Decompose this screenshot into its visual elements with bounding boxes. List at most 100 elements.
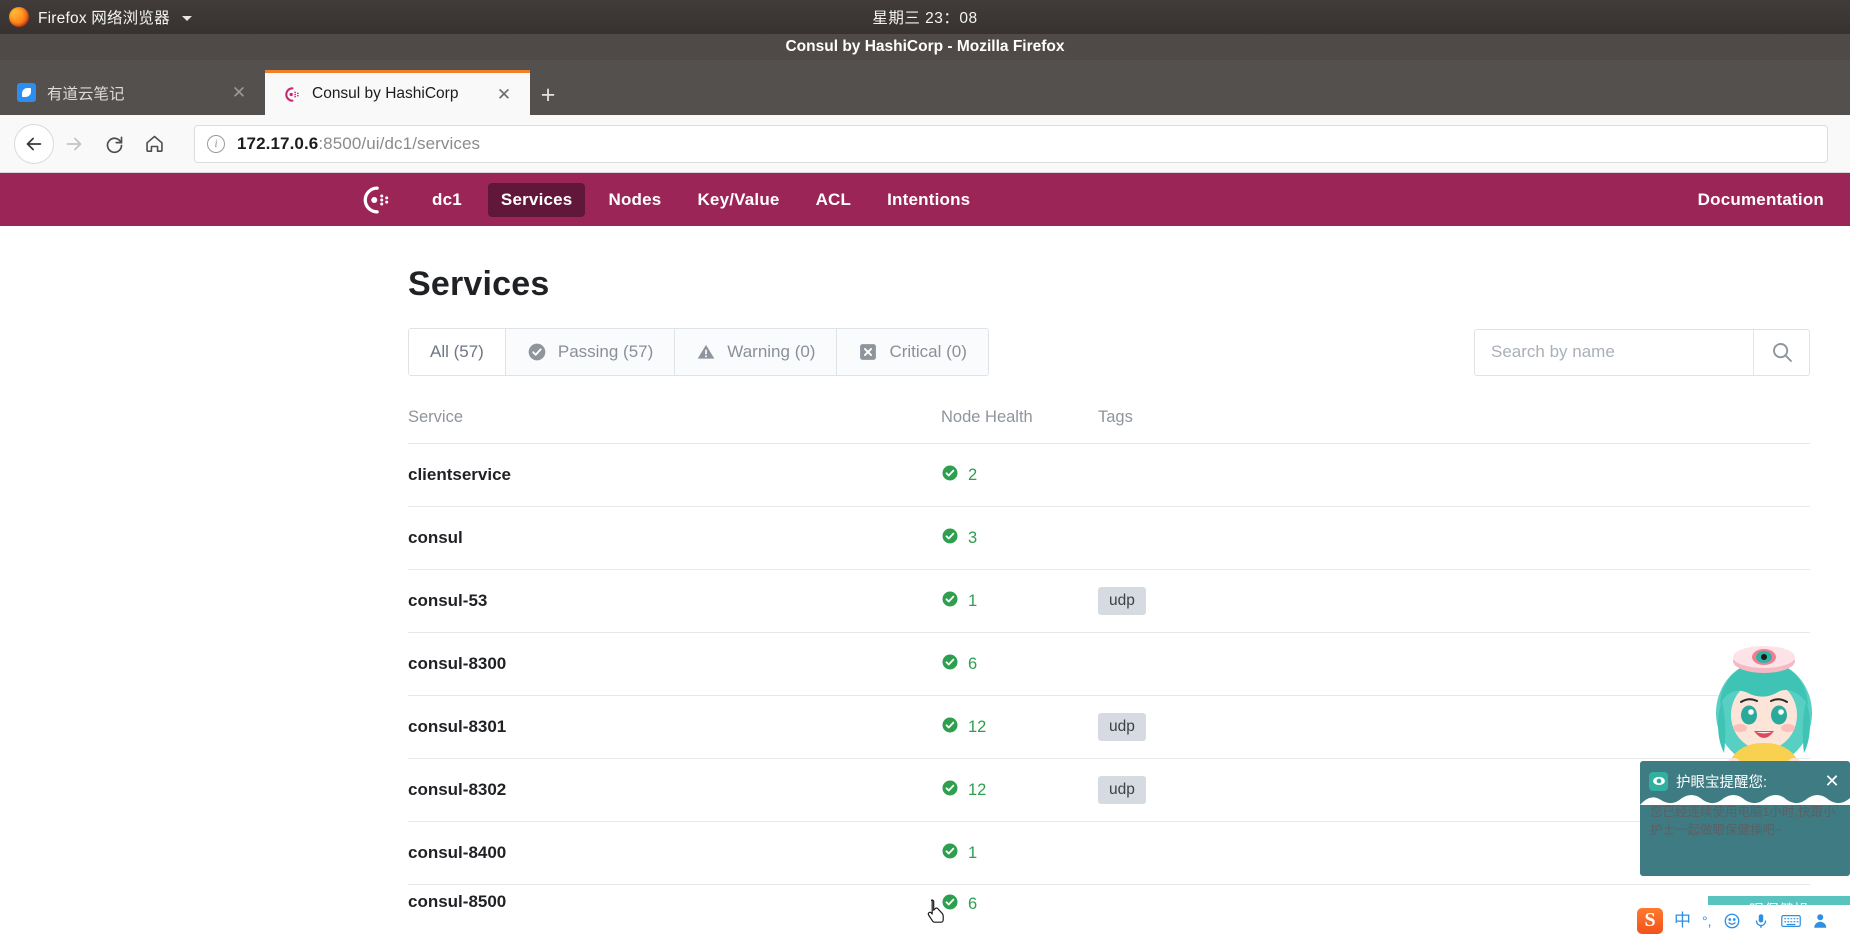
new-tab-button[interactable]: + <box>530 75 566 115</box>
url-host: 172.17.0.6 <box>237 133 319 153</box>
url-bar[interactable]: i 172.17.0.6:8500/ui/dc1/services <box>194 124 1828 163</box>
ime-user-icon[interactable] <box>1812 912 1830 930</box>
table-row[interactable]: consul-8400 1 <box>408 821 1810 884</box>
column-header-service: Service <box>408 408 464 426</box>
popup-header: 护眼宝提醒您: ✕ <box>1640 761 1850 793</box>
search-icon[interactable] <box>1753 329 1809 375</box>
node-health-cell: 6 <box>941 653 1098 676</box>
table-row[interactable]: consul-8301 12 udp <box>408 695 1810 758</box>
filter-tab-critical[interactable]: Critical (0) <box>837 329 988 375</box>
service-link[interactable]: consul-8300 <box>408 654 506 673</box>
service-link[interactable]: consul <box>408 528 463 547</box>
node-health-count: 6 <box>968 895 978 913</box>
ime-punctuation-icon[interactable]: °, <box>1702 914 1712 928</box>
ime-chinese-mode-icon[interactable]: 中 <box>1674 912 1691 929</box>
window-title: Consul by HashiCorp - Mozilla Firefox <box>0 34 1850 60</box>
filter-tab-warning[interactable]: Warning (0) <box>675 329 838 375</box>
service-link[interactable]: clientservice <box>408 465 511 484</box>
close-icon[interactable]: ✕ <box>1823 772 1841 790</box>
check-circle-icon <box>941 590 959 613</box>
node-health-cell: 1 <box>941 842 1098 865</box>
nav-item-intentions[interactable]: Intentions <box>874 183 983 217</box>
node-health-cell: 3 <box>941 527 1098 550</box>
back-arrow-icon[interactable] <box>14 123 54 164</box>
nav-item-services[interactable]: Services <box>487 182 586 217</box>
node-health-count: 12 <box>968 717 987 736</box>
home-icon[interactable] <box>134 124 174 164</box>
table-row[interactable]: clientservice 2 <box>408 443 1810 506</box>
tab-label: 有道云笔记 <box>47 85 125 103</box>
tags-cell: udp <box>1098 587 1810 615</box>
filter-tab-label: Critical (0) <box>889 342 967 361</box>
service-name-cell: consul-53 <box>408 591 941 611</box>
check-circle-icon <box>941 653 959 676</box>
warning-triangle-icon <box>696 342 716 362</box>
check-circle-icon <box>941 716 959 739</box>
os-app-menu-label: Firefox 网络浏览器 <box>38 10 170 27</box>
nav-item-nodes[interactable]: Nodes <box>595 183 674 217</box>
os-top-panel: Firefox 网络浏览器 星期三 23：08 <box>0 0 1850 34</box>
close-icon[interactable]: ✕ <box>494 84 514 104</box>
service-link[interactable]: consul-53 <box>408 591 487 610</box>
firefox-logo-icon <box>9 7 29 27</box>
node-health-count: 3 <box>968 528 978 547</box>
table-row[interactable]: consul-8302 12 udp <box>408 758 1810 821</box>
filter-tab-passing[interactable]: Passing (57) <box>505 329 676 375</box>
table-row[interactable]: consul-53 1 udp <box>408 569 1810 632</box>
popup-message: 您已经连续使用电脑1小时,快跟小护士一起做眼保健操吧~ <box>1650 805 1836 838</box>
health-filter-tabs: All (57) Passing (57) Warning (0) Critic… <box>408 328 989 376</box>
tab-label: Consul by HashiCorp <box>312 85 459 102</box>
close-icon[interactable]: ✕ <box>229 83 249 103</box>
os-clock[interactable]: 星期三 23：08 <box>872 6 977 28</box>
search-input[interactable] <box>1475 329 1753 375</box>
eye-care-popup: 护眼宝提醒您: ✕ 您已经连续使用电脑1小时,快跟小护士一起做眼保健操吧~ <box>1640 761 1850 876</box>
os-app-menu[interactable]: Firefox 网络浏览器 <box>0 6 192 28</box>
consul-logo-icon <box>282 85 301 104</box>
table-header-row: Service Node Health Tags <box>408 408 1810 443</box>
browser-tab-consul[interactable]: Consul by HashiCorp ✕ <box>265 70 530 115</box>
service-link[interactable]: consul-8500 <box>408 892 506 911</box>
services-table: Service Node Health Tags clientservice 2 c… <box>408 408 1810 922</box>
eye-care-icon <box>1649 771 1668 791</box>
forward-arrow-icon <box>54 124 94 164</box>
reload-icon[interactable] <box>94 124 134 164</box>
filter-tab-label: All (57) <box>430 342 484 361</box>
datacenter-selector[interactable]: dc1 <box>419 183 475 217</box>
service-name-cell: consul-8500 <box>408 885 941 910</box>
check-circle-icon <box>941 779 959 802</box>
check-circle-icon <box>941 464 959 487</box>
check-circle-icon <box>527 342 547 362</box>
tag-chip: udp <box>1098 713 1146 741</box>
filter-row: All (57) Passing (57) Warning (0) Critic… <box>408 328 1810 376</box>
youdao-note-icon <box>17 83 36 102</box>
consul-navbar: dc1 Services Nodes Key/Value ACL Intenti… <box>0 173 1850 226</box>
ime-keyboard-icon[interactable] <box>1780 913 1801 929</box>
browser-toolbar: i 172.17.0.6:8500/ui/dc1/services <box>0 115 1850 173</box>
check-circle-icon <box>941 842 959 865</box>
table-row[interactable]: consul-8300 6 <box>408 632 1810 695</box>
chevron-down-icon <box>181 15 192 21</box>
table-row[interactable]: consul 3 <box>408 506 1810 569</box>
filter-tab-all[interactable]: All (57) <box>409 329 506 375</box>
ime-emoji-icon[interactable] <box>1723 912 1741 930</box>
ime-microphone-icon[interactable] <box>1752 912 1770 930</box>
service-link[interactable]: consul-8400 <box>408 843 506 862</box>
consul-logo-icon[interactable] <box>357 182 393 218</box>
documentation-link[interactable]: Documentation <box>1698 190 1824 210</box>
service-link[interactable]: consul-8301 <box>408 717 506 736</box>
info-circle-icon[interactable]: i <box>207 134 225 153</box>
sogou-logo-icon[interactable]: S <box>1637 907 1663 934</box>
service-name-cell: consul-8300 <box>408 654 941 674</box>
nav-item-key-value[interactable]: Key/Value <box>684 183 792 217</box>
node-health-cell: 1 <box>941 590 1098 613</box>
sogou-ime-toolbar: S 中 °, <box>1631 905 1850 936</box>
browser-tab-youdao[interactable]: 有道云笔记 ✕ <box>0 70 265 115</box>
tag-chip: udp <box>1098 587 1146 615</box>
x-square-icon <box>858 342 878 362</box>
node-health-cell: 6 <box>941 893 1098 916</box>
service-link[interactable]: consul-8302 <box>408 780 506 799</box>
service-name-cell: consul-8400 <box>408 843 941 863</box>
table-row[interactable]: consul-8500 6 <box>408 884 1810 922</box>
nav-item-acl[interactable]: ACL <box>803 183 865 217</box>
filter-tab-label: Warning (0) <box>727 342 816 361</box>
